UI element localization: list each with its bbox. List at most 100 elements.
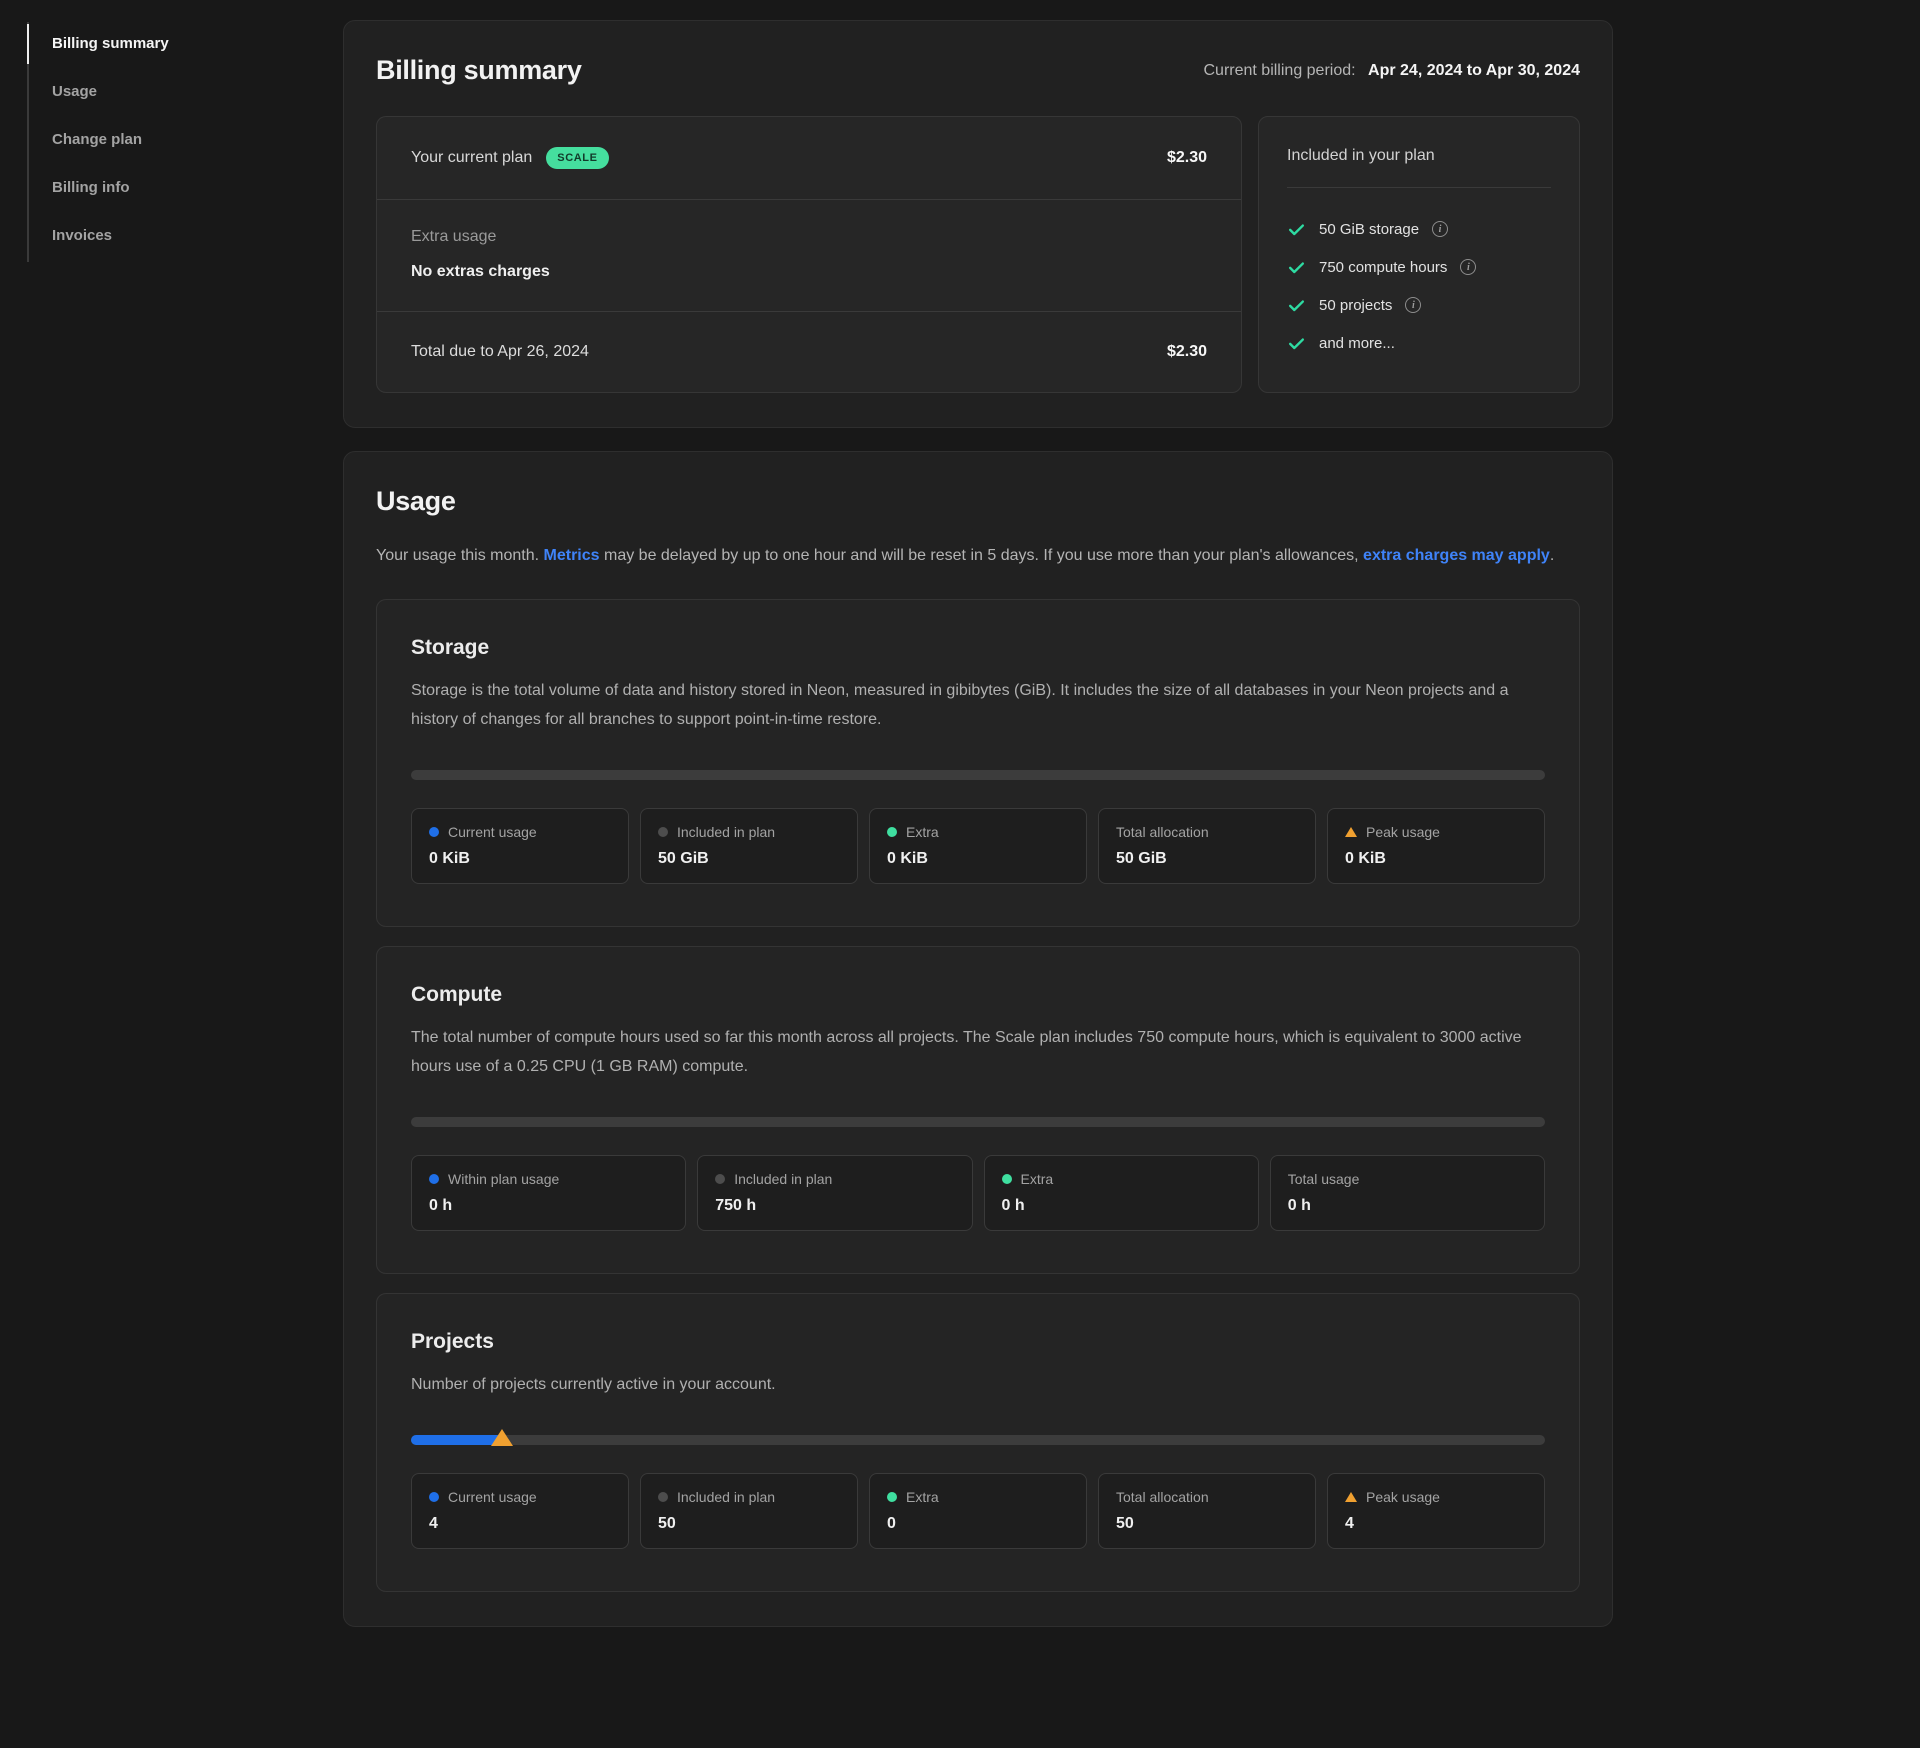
included-item: 50 GiB storage i [1287, 210, 1551, 248]
compute-progress-bar [411, 1117, 1545, 1127]
stat-current-usage: Current usage 0 KiB [411, 808, 629, 884]
sidebar-item-usage[interactable]: Usage [29, 70, 343, 118]
info-icon[interactable]: i [1460, 259, 1476, 275]
stat-label: Peak usage [1366, 1489, 1440, 1505]
stat-value: 4 [429, 1515, 611, 1533]
compute-description: The total number of compute hours used s… [411, 1023, 1545, 1081]
current-plan-label-group: Your current plan SCALE [411, 147, 609, 169]
plan-row: Your current plan SCALE $2.30 Extra usag… [376, 116, 1580, 393]
billing-page: Billing summary Usage Change plan Billin… [0, 0, 1920, 1650]
extra-charges-link[interactable]: extra charges may apply [1363, 547, 1550, 564]
stat-label: Peak usage [1366, 824, 1440, 840]
usage-intro-text: may be delayed by up to one hour and wil… [600, 547, 1364, 564]
stat-included-in-plan: Included in plan 50 [640, 1473, 858, 1549]
stat-extra: Extra 0 [869, 1473, 1087, 1549]
plan-price: $2.30 [1167, 149, 1207, 167]
billing-summary-title: Billing summary [376, 55, 582, 86]
stat-value: 0 h [429, 1197, 668, 1215]
sidebar-item-invoices[interactable]: Invoices [29, 214, 343, 262]
sidebar-item-billing-info[interactable]: Billing info [29, 166, 343, 214]
compute-stats: Within plan usage 0 h Included in plan 7… [411, 1155, 1545, 1231]
stat-label: Included in plan [734, 1171, 832, 1187]
stat-label: Within plan usage [448, 1171, 559, 1187]
stat-label: Extra [906, 1489, 939, 1505]
stat-value: 4 [1345, 1515, 1527, 1533]
projects-description: Number of projects currently active in y… [411, 1370, 1545, 1399]
green-dot-icon [887, 1492, 897, 1502]
projects-section: Projects Number of projects currently ac… [376, 1293, 1580, 1592]
usage-intro-text: Your usage this month. [376, 547, 544, 564]
usage-intro-text: . [1550, 547, 1554, 564]
green-dot-icon [1002, 1174, 1012, 1184]
storage-description: Storage is the total volume of data and … [411, 676, 1545, 734]
stat-value: 0 KiB [887, 850, 1069, 868]
gray-dot-icon [658, 827, 668, 837]
stat-label: Extra [1021, 1171, 1054, 1187]
stat-current-usage: Current usage 4 [411, 1473, 629, 1549]
stat-value: 50 [658, 1515, 840, 1533]
included-item: 750 compute hours i [1287, 248, 1551, 286]
info-icon[interactable]: i [1432, 221, 1448, 237]
storage-section: Storage Storage is the total volume of d… [376, 599, 1580, 927]
current-plan-line: Your current plan SCALE $2.30 [377, 117, 1241, 200]
stat-peak-usage: Peak usage 0 KiB [1327, 808, 1545, 884]
blue-dot-icon [429, 1174, 439, 1184]
usage-card: Usage Your usage this month. Metrics may… [343, 451, 1613, 1627]
peak-usage-marker-icon [491, 1429, 513, 1446]
stat-extra: Extra 0 h [984, 1155, 1259, 1231]
check-icon [1287, 334, 1306, 353]
gray-dot-icon [715, 1174, 725, 1184]
included-item: 50 projects i [1287, 286, 1551, 324]
stat-label: Total allocation [1116, 1489, 1209, 1505]
stat-total-allocation: Total allocation 50 [1098, 1473, 1316, 1549]
billing-period: Current billing period: Apr 24, 2024 to … [1204, 62, 1581, 80]
blue-dot-icon [429, 1492, 439, 1502]
extra-usage-block: Extra usage No extras charges [377, 200, 1241, 312]
stat-included-in-plan: Included in plan 50 GiB [640, 808, 858, 884]
current-plan-panel: Your current plan SCALE $2.30 Extra usag… [376, 116, 1242, 393]
projects-title: Projects [411, 1330, 1545, 1354]
billing-summary-card: Billing summary Current billing period: … [343, 20, 1613, 428]
stat-value: 750 h [715, 1197, 954, 1215]
current-plan-label: Your current plan [411, 149, 532, 167]
sidebar-item-change-plan[interactable]: Change plan [29, 118, 343, 166]
included-list: 50 GiB storage i 750 compute hours i 50 … [1287, 210, 1551, 362]
stat-value: 50 GiB [1116, 850, 1298, 868]
check-icon [1287, 220, 1306, 239]
total-due-line: Total due to Apr 26, 2024 $2.30 [377, 312, 1241, 392]
stat-value: 0 KiB [1345, 850, 1527, 868]
stat-total-usage: Total usage 0 h [1270, 1155, 1545, 1231]
check-icon [1287, 296, 1306, 315]
total-due-label: Total due to Apr 26, 2024 [411, 343, 589, 361]
billing-summary-header: Billing summary Current billing period: … [376, 55, 1580, 86]
total-due-value: $2.30 [1167, 343, 1207, 361]
stat-value: 0 [887, 1515, 1069, 1533]
stat-included-in-plan: Included in plan 750 h [697, 1155, 972, 1231]
storage-progress-bar [411, 770, 1545, 780]
included-item-label: 750 compute hours [1319, 259, 1447, 276]
sidebar-item-billing-summary[interactable]: Billing summary [29, 22, 343, 70]
billing-period-label: Current billing period: [1204, 62, 1356, 79]
blue-dot-icon [429, 827, 439, 837]
check-icon [1287, 258, 1306, 277]
stat-value: 50 [1116, 1515, 1298, 1533]
included-panel: Included in your plan 50 GiB storage i 7… [1258, 116, 1580, 393]
compute-title: Compute [411, 983, 1545, 1007]
usage-intro: Your usage this month. Metrics may be de… [376, 541, 1556, 571]
projects-progress-bar [411, 1435, 1545, 1445]
main-content: Billing summary Current billing period: … [343, 0, 1613, 1650]
extra-usage-value: No extras charges [411, 263, 1207, 281]
stat-value: 0 h [1002, 1197, 1241, 1215]
metrics-link[interactable]: Metrics [544, 547, 600, 564]
orange-triangle-icon [1345, 827, 1357, 837]
info-icon[interactable]: i [1405, 297, 1421, 313]
stat-value: 0 h [1288, 1197, 1527, 1215]
stat-extra: Extra 0 KiB [869, 808, 1087, 884]
stat-label: Current usage [448, 1489, 537, 1505]
included-item: and more... [1287, 324, 1551, 362]
gray-dot-icon [658, 1492, 668, 1502]
billing-period-value: Apr 24, 2024 to Apr 30, 2024 [1368, 62, 1580, 79]
compute-section: Compute The total number of compute hour… [376, 946, 1580, 1274]
included-item-label: and more... [1319, 335, 1395, 352]
orange-triangle-icon [1345, 1492, 1357, 1502]
